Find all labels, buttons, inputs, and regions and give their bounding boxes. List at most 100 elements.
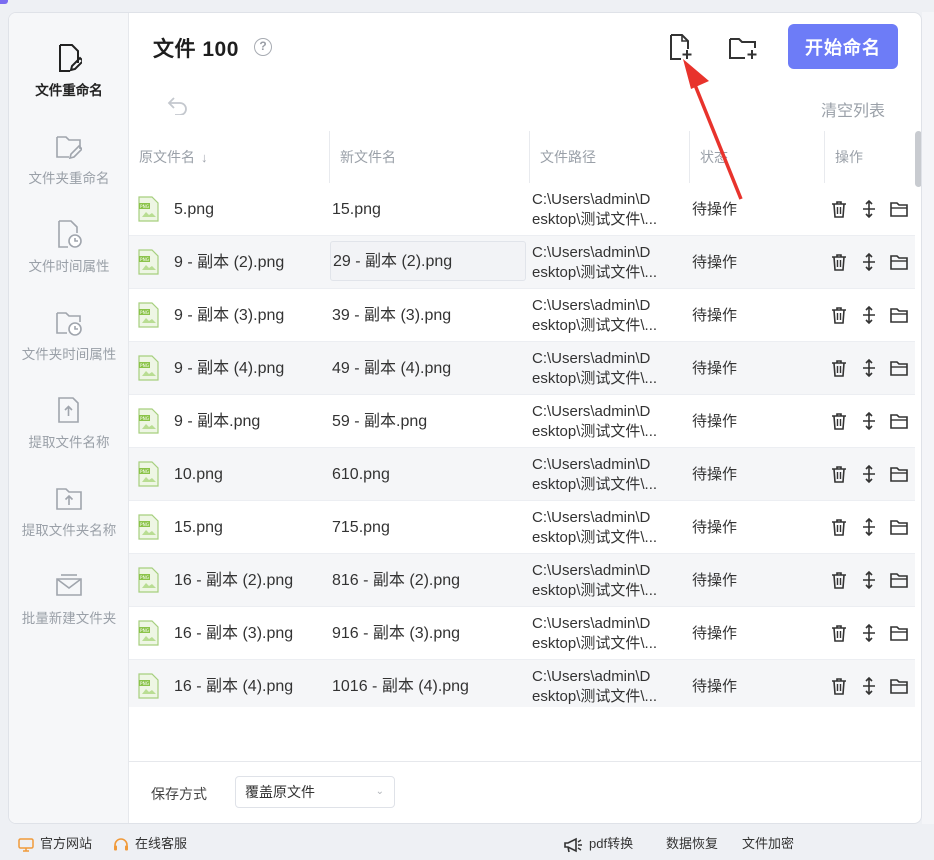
new-filename[interactable]: 816 - 副本 (2).png: [330, 554, 526, 607]
table-row[interactable]: PNG 5.png 15.png C:\Users\admin\D esktop\…: [129, 183, 915, 236]
delete-icon[interactable]: [829, 676, 849, 696]
delete-icon[interactable]: [829, 623, 849, 643]
svg-text:PNG: PNG: [140, 628, 149, 633]
open-folder-icon[interactable]: [889, 411, 909, 431]
delete-icon[interactable]: [829, 358, 849, 378]
open-folder-icon[interactable]: [889, 358, 909, 378]
clear-list-button[interactable]: 清空列表: [821, 97, 885, 121]
sidebar-item-extract-folder-names[interactable]: 提取文件夹名称: [9, 483, 129, 571]
move-icon[interactable]: [859, 517, 879, 537]
sidebar-item-batch-create-folders[interactable]: 批量新建文件夹: [9, 571, 129, 659]
sidebar-item-folder-time[interactable]: 文件夹时间属性: [9, 307, 129, 395]
png-file-icon: PNG: [138, 673, 159, 699]
move-icon[interactable]: [859, 358, 879, 378]
chevron-down-icon: ⌄: [375, 786, 384, 797]
column-actions: 操作: [824, 131, 915, 183]
open-folder-icon[interactable]: [889, 570, 909, 590]
move-icon[interactable]: [859, 464, 879, 484]
delete-icon[interactable]: [829, 199, 849, 219]
sidebar-item-label: 文件夹重命名: [28, 171, 110, 186]
new-filename[interactable]: 59 - 副本.png: [330, 395, 526, 448]
status-text: 待操作: [692, 572, 738, 589]
sidebar-item-label: 批量新建文件夹: [21, 611, 117, 626]
help-icon[interactable]: ?: [254, 38, 272, 56]
open-folder-icon[interactable]: [889, 517, 909, 537]
open-folder-icon[interactable]: [889, 623, 909, 643]
data-recovery-link[interactable]: 数据恢复: [666, 834, 718, 854]
annotation-arrow: [683, 59, 743, 200]
sidebar-item-extract-file-names[interactable]: 提取文件名称: [9, 395, 129, 483]
sidebar-item-label: 文件夹时间属性: [21, 347, 117, 362]
vertical-scrollbar[interactable]: [915, 131, 921, 187]
undo-icon[interactable]: [167, 95, 189, 115]
official-site-link[interactable]: 官方网站: [18, 834, 92, 854]
original-filename: 9 - 副本.png: [174, 413, 261, 430]
svg-text:PNG: PNG: [140, 204, 149, 209]
sidebar-item-folder-rename[interactable]: 文件夹重命名: [9, 131, 129, 219]
online-service-link[interactable]: 在线客服: [113, 834, 187, 854]
save-mode-select[interactable]: 覆盖原文件 ⌄: [235, 776, 395, 808]
new-filename[interactable]: 49 - 副本 (4).png: [330, 342, 526, 395]
png-file-icon: PNG: [138, 196, 159, 222]
delete-icon[interactable]: [829, 570, 849, 590]
sort-arrow-icon[interactable]: ↓: [201, 132, 208, 184]
move-icon[interactable]: [859, 570, 879, 590]
pdf-convert-link[interactable]: pdf转换: [563, 834, 633, 854]
table-row[interactable]: PNG 16 - 副本 (4).png 1016 - 副本 (4).png C:…: [129, 660, 915, 707]
table-row[interactable]: PNG 9 - 副本 (3).png 39 - 副本 (3).png C:\Us…: [129, 289, 915, 342]
open-folder-icon[interactable]: [889, 199, 909, 219]
sidebar-item-label: 文件时间属性: [28, 259, 110, 274]
column-original-name[interactable]: 原文件名 ↓: [129, 131, 329, 183]
png-file-icon: PNG: [138, 302, 159, 328]
delete-icon[interactable]: [829, 411, 849, 431]
move-icon[interactable]: [859, 676, 879, 696]
new-filename[interactable]: 916 - 副本 (3).png: [330, 607, 526, 660]
sidebar-item-file-rename[interactable]: 文件重命名: [9, 43, 129, 131]
move-icon[interactable]: [859, 305, 879, 325]
file-encrypt-link[interactable]: 文件加密: [742, 834, 794, 854]
new-filename[interactable]: 1016 - 副本 (4).png: [330, 660, 526, 707]
file-path: C:\Users\admin\D esktop\测试文件\...: [532, 244, 658, 281]
table-row[interactable]: PNG 9 - 副本 (2).png 29 - 副本 (2).png C:\Us…: [129, 236, 915, 289]
app-window: 文件重命名 文件夹重命名 文件时间属性 文件夹时间属性 提取文件名称 提取文件夹…: [8, 12, 922, 824]
table-row[interactable]: PNG 10.png 610.png C:\Users\admin\D eskto…: [129, 448, 915, 501]
table-row[interactable]: PNG 16 - 副本 (3).png 916 - 副本 (3).png C:\…: [129, 607, 915, 660]
move-icon[interactable]: [859, 623, 879, 643]
new-filename[interactable]: 610.png: [330, 448, 526, 501]
move-icon[interactable]: [859, 411, 879, 431]
new-filename[interactable]: 15.png: [330, 183, 526, 236]
svg-text:PNG: PNG: [140, 257, 149, 262]
status-text: 待操作: [692, 519, 738, 536]
start-rename-button[interactable]: 开始命名: [788, 24, 898, 69]
svg-text:PNG: PNG: [140, 522, 149, 527]
sidebar: 文件重命名 文件夹重命名 文件时间属性 文件夹时间属性 提取文件名称 提取文件夹…: [9, 13, 129, 823]
status-text: 待操作: [692, 678, 738, 695]
original-filename: 9 - 副本 (3).png: [174, 307, 285, 324]
sidebar-item-file-time[interactable]: 文件时间属性: [9, 219, 129, 307]
svg-text:PNG: PNG: [140, 363, 149, 368]
delete-icon[interactable]: [829, 252, 849, 272]
delete-icon[interactable]: [829, 517, 849, 537]
move-icon[interactable]: [859, 199, 879, 219]
open-folder-icon[interactable]: [889, 252, 909, 272]
new-filename[interactable]: 29 - 副本 (2).png: [330, 241, 526, 281]
table-row[interactable]: PNG 9 - 副本 (4).png 49 - 副本 (4).png C:\Us…: [129, 342, 915, 395]
footer-bar: 官方网站 在线客服 pdf转换 数据恢复 文件加密: [0, 826, 934, 860]
status-text: 待操作: [692, 413, 738, 430]
monitor-icon: [18, 837, 34, 852]
file-edit-icon: [59, 44, 82, 72]
png-file-icon: PNG: [138, 567, 159, 593]
new-filename[interactable]: 39 - 副本 (3).png: [330, 289, 526, 342]
delete-icon[interactable]: [829, 464, 849, 484]
open-folder-icon[interactable]: [889, 464, 909, 484]
delete-icon[interactable]: [829, 305, 849, 325]
file-path: C:\Users\admin\D esktop\测试文件\...: [532, 668, 658, 705]
open-folder-icon[interactable]: [889, 676, 909, 696]
new-filename[interactable]: 715.png: [330, 501, 526, 554]
move-icon[interactable]: [859, 252, 879, 272]
open-folder-icon[interactable]: [889, 305, 909, 325]
status-text: 待操作: [692, 360, 738, 377]
table-row[interactable]: PNG 16 - 副本 (2).png 816 - 副本 (2).png C:\…: [129, 554, 915, 607]
table-row[interactable]: PNG 15.png 715.png C:\Users\admin\D eskto…: [129, 501, 915, 554]
table-row[interactable]: PNG 9 - 副本.png 59 - 副本.png C:\Users\admi…: [129, 395, 915, 448]
